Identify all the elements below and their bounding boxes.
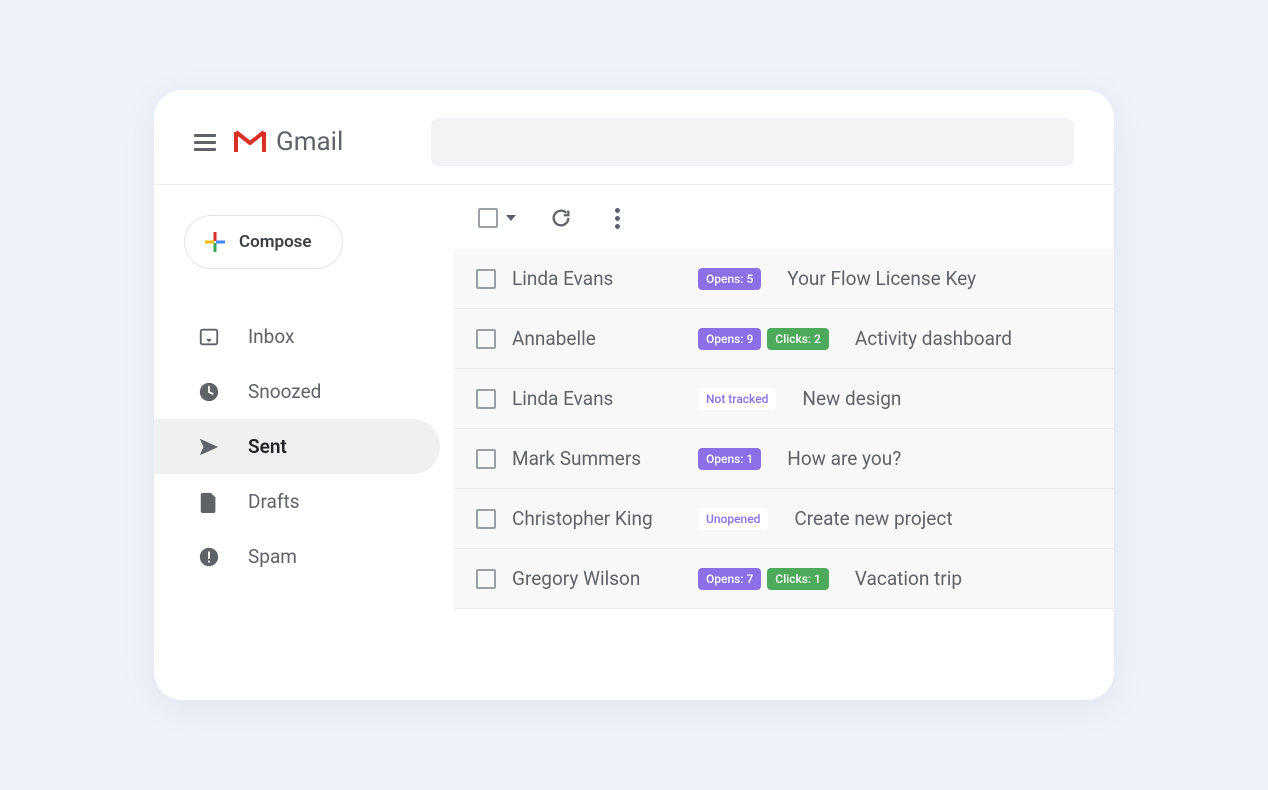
email-subject: Create new project <box>794 507 952 530</box>
tracking-badges: Opens: 7 Clicks: 1 <box>698 568 829 590</box>
sidebar-item-snoozed[interactable]: Snoozed <box>154 364 440 419</box>
compose-button[interactable]: Compose <box>184 215 343 269</box>
sender-name: Gregory Wilson <box>512 567 682 590</box>
clicks-badge: Clicks: 2 <box>767 328 829 350</box>
sender-name: Annabelle <box>512 327 682 350</box>
email-row[interactable]: Linda Evans Opens: 5 Your Flow License Key <box>454 249 1114 309</box>
inbox-icon <box>198 326 220 348</box>
email-subject: Vacation trip <box>855 567 962 590</box>
select-all-checkbox[interactable] <box>478 208 516 228</box>
row-checkbox[interactable] <box>476 449 496 469</box>
opens-badge: Opens: 7 <box>698 568 761 590</box>
chevron-down-icon <box>506 215 516 221</box>
email-subject: Activity dashboard <box>855 327 1012 350</box>
row-checkbox[interactable] <box>476 269 496 289</box>
nav-label: Snoozed <box>248 380 321 403</box>
body: Compose Inbox <box>154 185 1114 700</box>
tracking-badges: Unopened <box>698 508 768 530</box>
tracking-badges: Opens: 5 <box>698 268 761 290</box>
tracking-badges: Not tracked <box>698 388 776 410</box>
email-row[interactable]: Gregory Wilson Opens: 7 Clicks: 1 Vacation … <box>454 549 1114 609</box>
row-checkbox[interactable] <box>476 389 496 409</box>
compose-label: Compose <box>239 232 312 252</box>
sender-name: Christopher King <box>512 507 682 530</box>
row-checkbox[interactable] <box>476 509 496 529</box>
sidebar: Compose Inbox <box>154 185 454 700</box>
opens-badge: Opens: 5 <box>698 268 761 290</box>
tracking-badges: Opens: 9 Clicks: 2 <box>698 328 829 350</box>
main-panel: Linda Evans Opens: 5 Your Flow License Key… <box>454 185 1114 700</box>
opens-badge: Opens: 1 <box>698 448 761 470</box>
nav-label: Spam <box>248 545 297 568</box>
refresh-button[interactable] <box>550 207 572 229</box>
opens-badge: Opens: 9 <box>698 328 761 350</box>
tracking-badges: Opens: 1 <box>698 448 761 470</box>
row-checkbox[interactable] <box>476 569 496 589</box>
email-row[interactable]: Annabelle Opens: 9 Clicks: 2 Activity dashb… <box>454 309 1114 369</box>
search-input[interactable] <box>431 118 1074 166</box>
sidebar-item-spam[interactable]: Spam <box>154 529 440 584</box>
checkbox-icon <box>478 208 498 228</box>
sender-name: Linda Evans <box>512 267 682 290</box>
gmail-window: Gmail Compose <box>154 90 1114 700</box>
clock-icon <box>198 381 220 403</box>
email-row[interactable]: Mark Summers Opens: 1 How are you? <box>454 429 1114 489</box>
compose-plus-icon <box>205 232 225 252</box>
email-row[interactable]: Linda Evans Not tracked New design <box>454 369 1114 429</box>
nav-label: Sent <box>248 435 287 458</box>
send-icon <box>198 436 220 458</box>
app-name: Gmail <box>276 127 343 157</box>
nav-list: Inbox Snoozed <box>154 309 454 584</box>
sender-name: Mark Summers <box>512 447 682 470</box>
more-options-button[interactable] <box>606 207 628 229</box>
nav-label: Inbox <box>248 325 294 348</box>
logo[interactable]: Gmail <box>234 127 343 157</box>
email-list: Linda Evans Opens: 5 Your Flow License Key… <box>454 249 1114 700</box>
gmail-icon <box>234 130 266 154</box>
email-subject: Your Flow License Key <box>787 267 976 290</box>
email-subject: How are you? <box>787 447 901 470</box>
row-checkbox[interactable] <box>476 329 496 349</box>
sender-name: Linda Evans <box>512 387 682 410</box>
hamburger-menu-icon[interactable] <box>194 134 216 151</box>
header: Gmail <box>154 90 1114 185</box>
email-row[interactable]: Christopher King Unopened Create new proje… <box>454 489 1114 549</box>
email-subject: New design <box>802 387 901 410</box>
unopened-badge: Unopened <box>698 508 768 530</box>
clicks-badge: Clicks: 1 <box>767 568 829 590</box>
toolbar <box>454 185 1114 249</box>
file-icon <box>198 491 220 513</box>
sidebar-item-inbox[interactable]: Inbox <box>154 309 440 364</box>
sidebar-item-drafts[interactable]: Drafts <box>154 474 440 529</box>
nav-label: Drafts <box>248 490 300 513</box>
sidebar-item-sent[interactable]: Sent <box>154 419 440 474</box>
nottracked-badge: Not tracked <box>698 388 776 410</box>
spam-icon <box>198 546 220 568</box>
